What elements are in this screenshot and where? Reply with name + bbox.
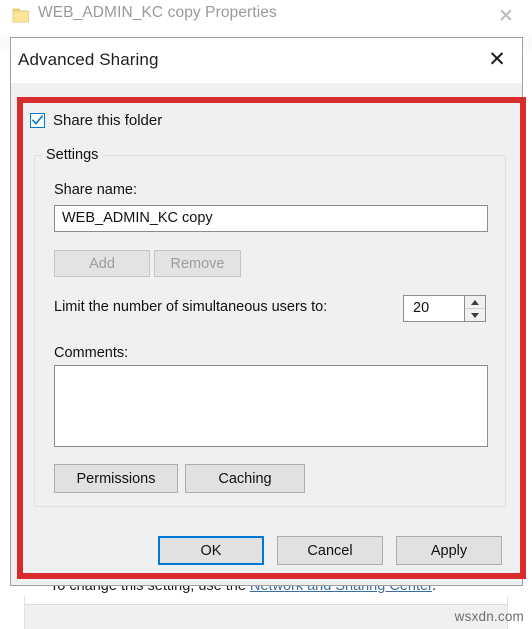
- properties-inner-panel: [24, 604, 508, 629]
- caching-button[interactable]: Caching: [185, 464, 305, 493]
- properties-titlebar: WEB_ADMIN_KC copy Properties ✕: [0, 0, 532, 33]
- close-icon[interactable]: ✕: [486, 2, 526, 30]
- share-name-input[interactable]: WEB_ADMIN_KC copy: [54, 205, 488, 232]
- folder-icon: [12, 7, 30, 24]
- apply-button[interactable]: Apply: [396, 536, 502, 565]
- add-button[interactable]: Add: [54, 250, 150, 277]
- panel-left-divider: [24, 596, 25, 629]
- watermark: wsxdn.com: [454, 609, 524, 624]
- settings-groupbox-title: Settings: [42, 147, 104, 163]
- triangle-down-icon[interactable]: [465, 309, 485, 321]
- dialog-close-icon[interactable]: ✕: [476, 44, 518, 74]
- checkmark-icon: [32, 115, 43, 125]
- dialog-title: Advanced Sharing: [18, 50, 159, 69]
- limit-users-stepper[interactable]: 20: [403, 295, 486, 322]
- share-this-folder-label: Share this folder: [53, 112, 163, 129]
- permissions-button[interactable]: Permissions: [54, 464, 178, 493]
- properties-window-title: WEB_ADMIN_KC copy Properties: [38, 4, 277, 21]
- limit-users-label: Limit the number of simultaneous users t…: [54, 299, 328, 315]
- limit-users-spin-buttons[interactable]: [464, 295, 486, 322]
- ok-button[interactable]: OK: [158, 536, 264, 565]
- dialog-titlebar: Advanced Sharing ✕: [11, 38, 522, 83]
- share-this-folder-row[interactable]: Share this folder: [30, 112, 162, 129]
- limit-users-input[interactable]: 20: [403, 295, 464, 322]
- share-this-folder-checkbox[interactable]: [30, 113, 45, 128]
- comments-label: Comments:: [54, 345, 129, 361]
- remove-button[interactable]: Remove: [154, 250, 241, 277]
- triangle-up-icon[interactable]: [465, 296, 485, 309]
- screenshot-root: WEB_ADMIN_KC copy Properties ✕ To change…: [0, 0, 532, 629]
- share-name-label: Share name:: [54, 182, 138, 198]
- comments-input[interactable]: [54, 365, 488, 447]
- cancel-button[interactable]: Cancel: [277, 536, 383, 565]
